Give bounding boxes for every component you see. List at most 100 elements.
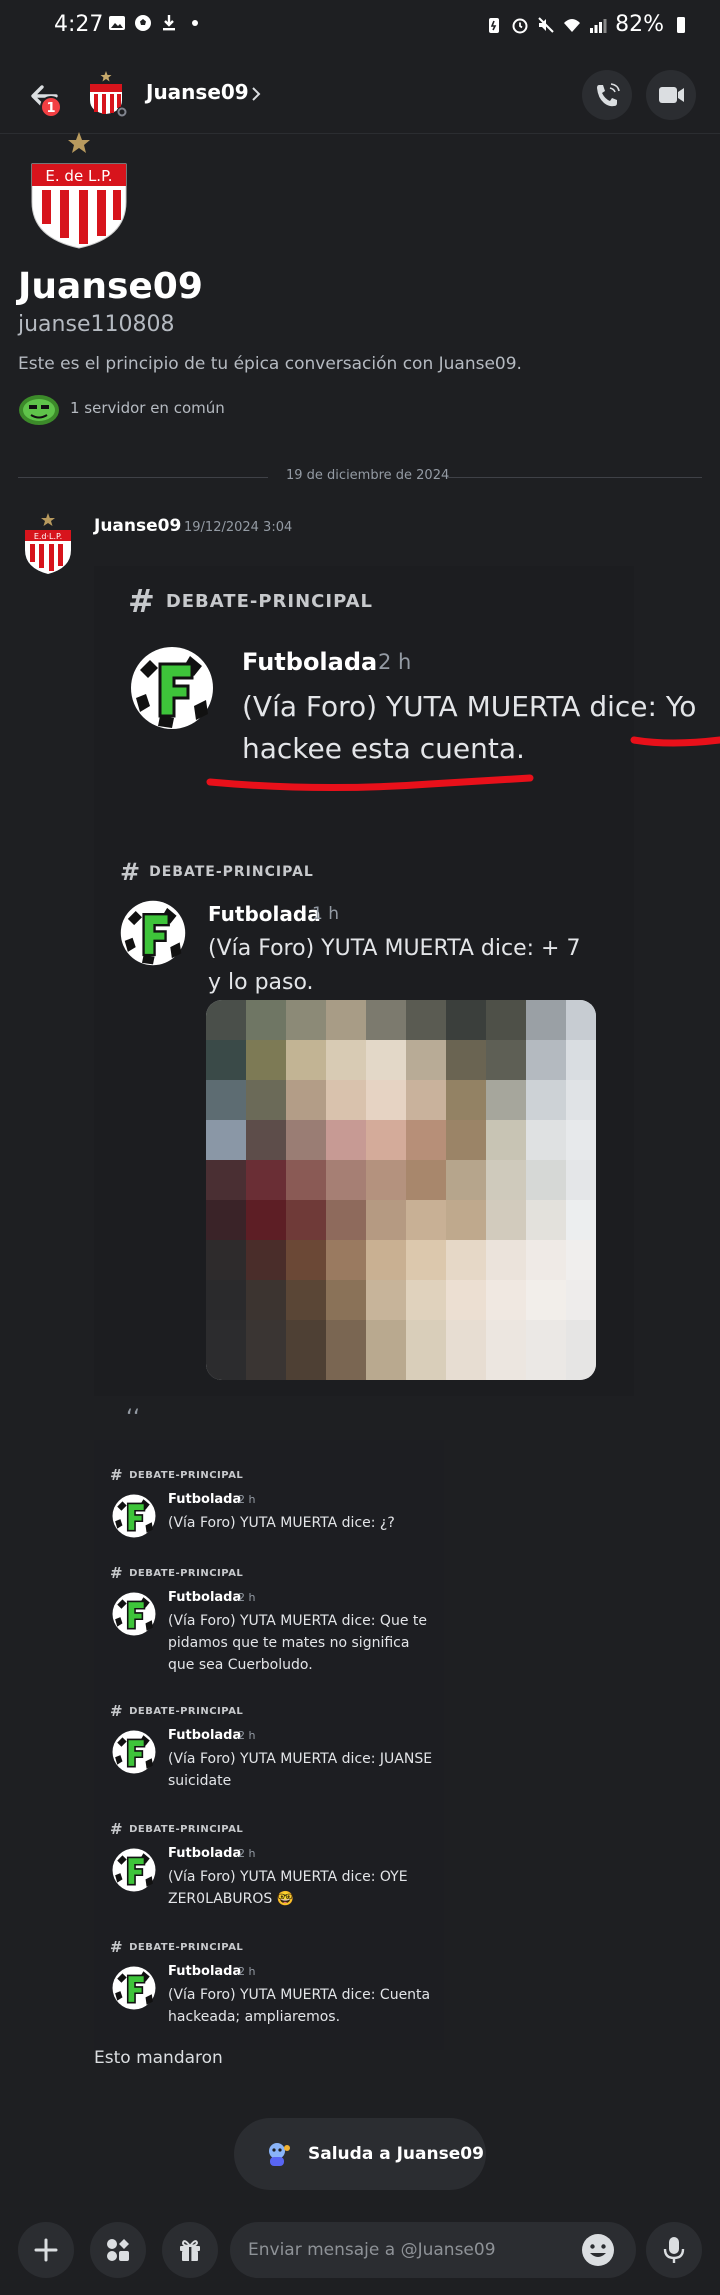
server-icon [19, 395, 59, 425]
embed-message-text: (Vía Foro) YUTA MUERTA dice: + 7 y lo pa… [208, 936, 581, 995]
message-avatar-text: E.d·L.P. [34, 532, 62, 541]
video-camera-icon [659, 87, 684, 103]
message-author[interactable]: Juanse09 [94, 516, 181, 536]
battery-saver-icon [489, 17, 500, 33]
message-input[interactable] [230, 2222, 636, 2278]
chevron-right-icon[interactable] [250, 86, 262, 102]
embed-message-text: (Vía Foro) YUTA MUERTA dice: Yo hackee e… [242, 690, 697, 765]
channel-header: # DEBATE-PRINCIPAL [128, 582, 373, 620]
embed-message: # DEBATE-PRINCIPAL Futbolada 2 h (Vía For… [110, 1466, 430, 1556]
channel-name: DEBATE-PRINCIPAL [129, 1567, 244, 1579]
microphone-icon [663, 2237, 685, 2263]
wifi-icon [564, 18, 581, 32]
embed-message-text: (Vía Foro) YUTA MUERTA dice: ¿? [168, 1515, 395, 1531]
video-call-button[interactable] [646, 70, 696, 120]
embed-message-text: (Vía Foro) YUTA MUERTA dice: Cuenta hack… [168, 1987, 431, 2025]
futbolada-logo [131, 647, 213, 729]
pixelated-image[interactable] [206, 1000, 596, 1380]
futbolada-logo [112, 1592, 156, 1636]
attach-button[interactable] [18, 2222, 74, 2278]
embed-time: 2 h [238, 1493, 256, 1506]
embed-message-text: (Vía Foro) YUTA MUERTA dice: OYE ZER0LAB… [168, 1869, 408, 1907]
channel-header: # DEBATE-PRINCIPAL [110, 1702, 430, 1720]
message-composer [0, 2218, 720, 2295]
embed-author: Futbolada [208, 902, 321, 926]
apps-button[interactable] [90, 2222, 146, 2278]
channel-name: DEBATE-PRINCIPAL [129, 1941, 244, 1953]
profile-username: juanse110808 [18, 312, 175, 337]
battery-icon [677, 16, 685, 33]
channel-header: # DEBATE-PRINCIPAL [110, 1466, 430, 1484]
embed-time: 1 h [312, 904, 339, 924]
embed-author: Futbolada [168, 1964, 242, 1979]
channel-name: DEBATE-PRINCIPAL [149, 864, 314, 880]
channel-name: DEBATE-PRINCIPAL [129, 1469, 244, 1481]
channel-name: DEBATE-PRINCIPAL [129, 1823, 244, 1835]
divider-line [448, 477, 702, 478]
signal-icon [590, 18, 607, 33]
embed-author: Futbolada [168, 1590, 242, 1605]
battery-level: 82% [615, 12, 664, 37]
embed-message-text: (Vía Foro) YUTA MUERTA dice: JUANSE suic… [168, 1751, 433, 1789]
message-text: Esto mandaron [94, 2048, 223, 2068]
profile-avatar[interactable]: E. de L.P. [24, 130, 134, 250]
status-notification-icons [108, 14, 204, 32]
embed-message: # DEBATE-PRINCIPAL Futbolada 2 h (Vía For… [110, 1564, 430, 1684]
hashtag-icon: # [128, 582, 156, 620]
futbolada-logo [112, 1848, 156, 1892]
quote-mark: ‘‘ [126, 1406, 140, 1431]
header-avatar[interactable] [82, 70, 130, 118]
hashtag-icon: # [110, 1466, 124, 1484]
divider-date: 19 de diciembre de 2024 [286, 468, 450, 483]
embed-time: 2 h [238, 1847, 256, 1860]
gift-icon [180, 2240, 200, 2261]
embed-author: Futbolada [168, 1846, 242, 1861]
mutual-servers[interactable]: 1 servidor en común [18, 390, 225, 426]
profile-name: Juanse09 [18, 266, 203, 307]
channel-name: DEBATE-PRINCIPAL [129, 1705, 244, 1717]
wumpus-wave-icon [269, 2143, 290, 2166]
hashtag-icon: # [110, 1702, 124, 1720]
dot-icon [192, 20, 198, 26]
hashtag-icon: # [110, 1820, 124, 1838]
futbolada-logo [112, 1966, 156, 2010]
mutual-servers-label: 1 servidor en común [70, 399, 225, 417]
channel-header: # DEBATE-PRINCIPAL [110, 1938, 430, 1956]
embed-time: 2 h [238, 1591, 256, 1604]
emoji-icon[interactable] [580, 2232, 616, 2268]
embed-message: # DEBATE-PRINCIPAL Futbolada 2 h (Vía For… [110, 1820, 430, 1920]
channel-header: # DEBATE-PRINCIPAL [120, 858, 314, 886]
conversation-start-text: Este es el principio de tu épica convers… [18, 354, 522, 374]
futbolada-logo [112, 1730, 156, 1774]
channel-header: # DEBATE-PRINCIPAL [110, 1564, 430, 1582]
phone-icon [597, 83, 620, 107]
hashtag-icon: # [120, 858, 142, 886]
chat-header: 1 Juanse09 [0, 58, 720, 134]
channel-header: # DEBATE-PRINCIPAL [110, 1820, 430, 1838]
futbolada-logo [120, 900, 186, 966]
message-avatar[interactable]: E.d·L.P. [20, 512, 76, 576]
embed-time: 2 h [238, 1965, 256, 1978]
embed-author: Futbolada [168, 1492, 242, 1507]
date-divider: 19 de diciembre de 2024 [18, 468, 702, 488]
plus-icon [34, 2238, 58, 2262]
embed-author: Futbolada [168, 1728, 242, 1743]
embed-author: Futbolada [242, 648, 378, 676]
voice-call-button[interactable] [582, 70, 632, 120]
header-title[interactable]: Juanse09 [146, 80, 249, 104]
embed-message: # DEBATE-PRINCIPAL Futbolada 2 h (Vía For… [110, 1938, 430, 2038]
channel-name: DEBATE-PRINCIPAL [165, 590, 374, 612]
hashtag-icon: # [110, 1938, 124, 1956]
apps-icon [107, 2239, 129, 2261]
avatar-text: E. de L.P. [45, 167, 112, 185]
wave-button[interactable]: Saluda a Juanse09 [234, 2118, 486, 2190]
gift-button[interactable] [162, 2222, 218, 2278]
embed-message-text: (Vía Foro) YUTA MUERTA dice: Que te pida… [168, 1613, 427, 1673]
message-timestamp: 19/12/2024 3:04 [184, 520, 293, 535]
unread-badge: 1 [40, 96, 62, 118]
status-bar: 4:27 82% [0, 0, 720, 54]
embed-message: # DEBATE-PRINCIPAL Futbolada 2 h (Vía For… [110, 1702, 432, 1802]
download-icon [163, 15, 175, 31]
embed-time: 2 h [238, 1729, 256, 1742]
voice-message-button[interactable] [646, 2222, 702, 2278]
